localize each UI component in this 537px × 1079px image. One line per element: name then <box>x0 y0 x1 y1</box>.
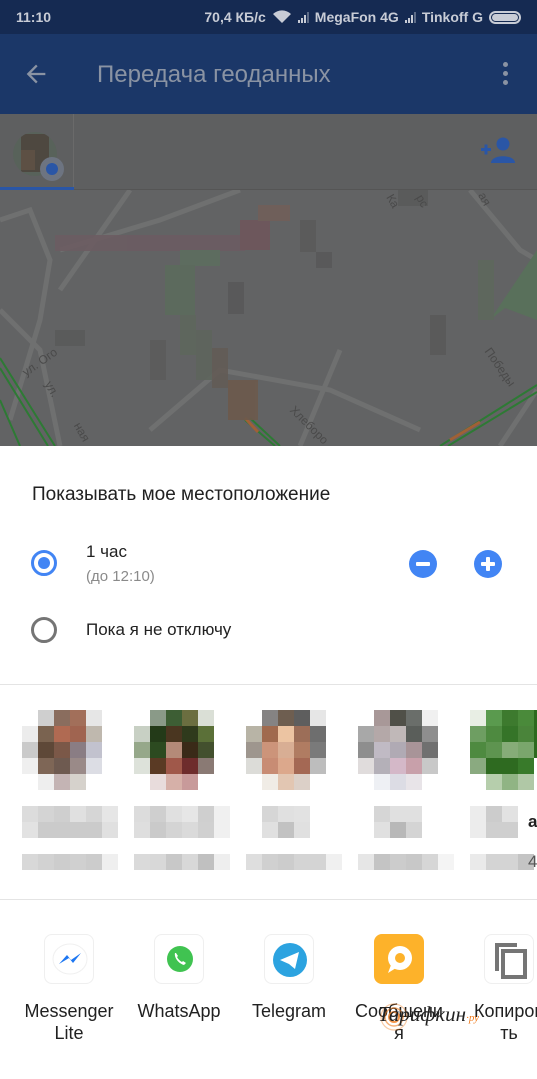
minus-circle-icon <box>416 562 430 566</box>
messages-icon <box>374 934 424 984</box>
contact-avatar <box>134 710 214 790</box>
option-label: 1 час <box>86 542 127 561</box>
messenger-lite-icon <box>44 934 94 984</box>
signal-icon <box>404 11 416 23</box>
app-bar: Передача геоданных <box>0 34 537 114</box>
decrease-duration-button[interactable] <box>409 550 437 578</box>
contact-item[interactable] <box>246 710 342 880</box>
app-name: Messenger Lite <box>24 1001 114 1043</box>
option-sublabel: (до 12:10) <box>86 568 155 585</box>
carrier-2: Tinkoff G <box>421 9 483 25</box>
app-name: WhatsApp <box>137 1001 221 1021</box>
carrier-1: MegaFon 4G <box>314 9 399 25</box>
wifi-icon <box>272 10 291 23</box>
contact-name-fragment: а <box>528 812 537 831</box>
share-app-telegram[interactable]: Telegram <box>239 934 339 1022</box>
network-speed: 70,4 КБ/с <box>204 9 266 25</box>
increase-duration-button[interactable] <box>474 550 502 578</box>
contact-item[interactable] <box>22 710 118 880</box>
sheet-title: Показывать мое местоположение <box>32 484 331 505</box>
contact-detail-pixelated <box>358 854 454 870</box>
location-dot-icon <box>40 157 64 181</box>
more-vert-icon[interactable] <box>503 62 509 86</box>
map-view[interactable]: ул. Ого ул. ная Хлеборо Победы Ка рс ая <box>0 190 537 446</box>
contact-name-pixelated <box>358 806 454 838</box>
contact-detail-pixelated <box>470 854 537 870</box>
whatsapp-icon <box>154 934 204 984</box>
contact-item[interactable] <box>134 710 230 880</box>
contact-detail-pixelated <box>134 854 230 870</box>
contact-name-pixelated <box>134 806 230 838</box>
divider <box>0 899 537 900</box>
watermark: Тарифкин·ру <box>378 1002 480 1026</box>
map-roads <box>0 190 537 446</box>
status-time: 11:10 <box>16 9 52 25</box>
app-name: Telegram <box>251 1001 327 1021</box>
signal-icon <box>297 11 309 23</box>
contact-avatar <box>22 710 102 790</box>
status-bar: 11:10 70,4 КБ/с MegaFon 4G Tinkoff G <box>0 0 537 34</box>
contact-detail-pixelated <box>246 854 342 870</box>
share-app-messenger-lite[interactable]: Messenger Lite <box>19 934 119 1044</box>
contact-detail-pixelated <box>22 854 118 870</box>
person-add-icon[interactable] <box>481 136 515 164</box>
tab-own-avatar[interactable] <box>0 114 74 191</box>
contact-item[interactable] <box>470 710 537 880</box>
contact-avatar <box>358 710 438 790</box>
copy-icon <box>484 934 534 984</box>
contact-name-pixelated <box>22 806 118 838</box>
share-app-whatsapp[interactable]: WhatsApp <box>129 934 229 1022</box>
battery-icon <box>489 10 521 24</box>
telegram-icon <box>264 934 314 984</box>
radio-1-hour[interactable] <box>31 550 57 576</box>
contact-avatar <box>246 710 326 790</box>
contact-avatar <box>470 710 537 790</box>
pixelated-route <box>55 190 494 420</box>
contact-detail-fragment: 4 <box>528 852 537 871</box>
option-label: Пока я не отключу <box>86 620 232 639</box>
radio-until-off[interactable] <box>31 617 57 643</box>
contact-item[interactable] <box>358 710 454 880</box>
contact-name-pixelated <box>246 806 342 838</box>
arrow-left-icon[interactable] <box>22 60 50 88</box>
divider <box>0 684 537 685</box>
share-location-sheet: Показывать мое местоположение 1 час (до … <box>0 446 537 1079</box>
page-title: Передача геоданных <box>97 61 331 88</box>
contact-name-pixelated <box>470 806 537 838</box>
people-tab-strip <box>0 114 537 191</box>
share-app-copy[interactable]: Копиров ть <box>459 934 537 1044</box>
